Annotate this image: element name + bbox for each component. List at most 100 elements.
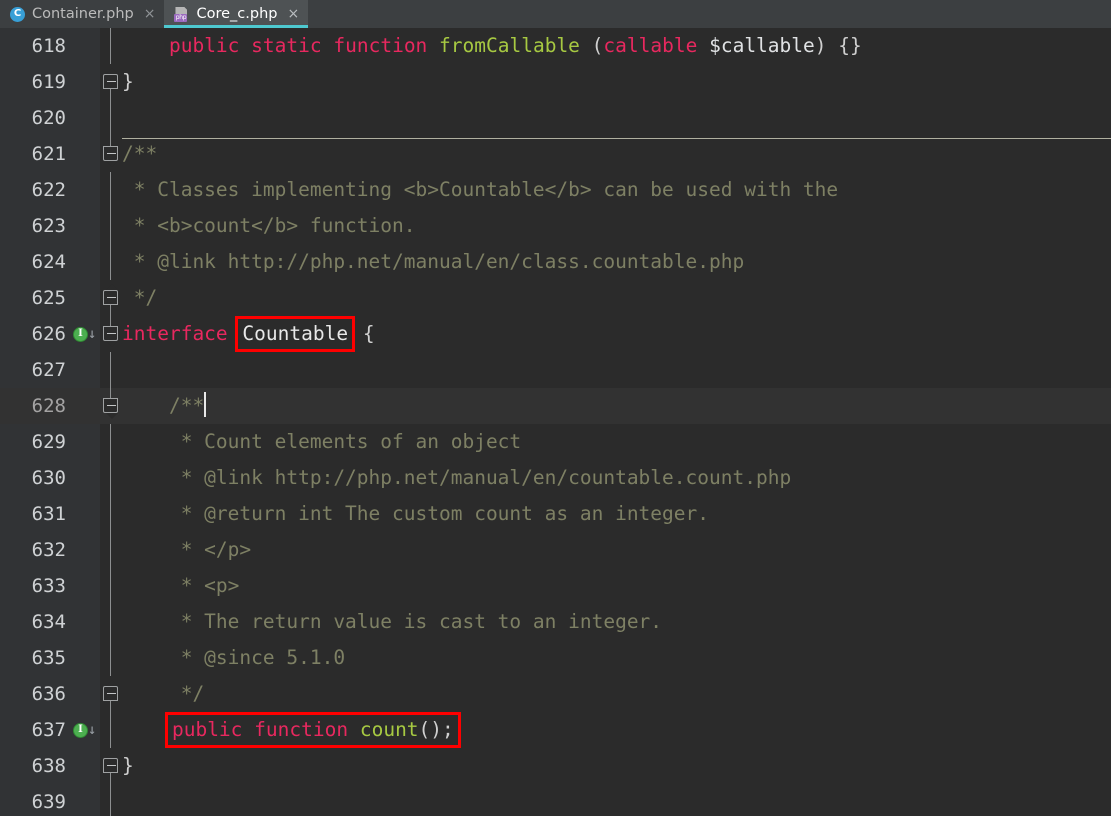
code-text[interactable]: */ bbox=[122, 676, 1111, 712]
fold-collapse-icon[interactable] bbox=[103, 751, 119, 773]
code-line[interactable]: 627 bbox=[0, 352, 1111, 388]
editor-tab-core_c-php[interactable]: php Core_c.php × bbox=[164, 0, 309, 28]
close-icon[interactable]: × bbox=[144, 6, 156, 22]
line-number: 623 bbox=[31, 215, 66, 237]
line-number: 625 bbox=[31, 287, 66, 309]
code-text[interactable]: * </p> bbox=[122, 532, 1111, 568]
code-line[interactable]: 626 I ↓ interface Countable { bbox=[0, 316, 1111, 352]
code-text[interactable]: /** bbox=[122, 388, 1111, 424]
code-token: ( bbox=[579, 34, 604, 57]
code-fold-column[interactable] bbox=[100, 460, 122, 496]
code-token: function bbox=[254, 718, 349, 741]
code-fold-column[interactable] bbox=[100, 712, 122, 748]
code-line[interactable]: 635 * @since 5.1.0 bbox=[0, 640, 1111, 676]
code-text[interactable]: * Count elements of an object bbox=[122, 424, 1111, 460]
code-fold-column[interactable] bbox=[100, 244, 122, 280]
code-text[interactable]: * @since 5.1.0 bbox=[122, 640, 1111, 676]
code-token: count bbox=[359, 718, 419, 741]
code-fold-column[interactable] bbox=[100, 280, 122, 316]
code-fold-column[interactable] bbox=[100, 604, 122, 640]
code-fold-column[interactable] bbox=[100, 352, 122, 388]
code-line[interactable]: 619} bbox=[0, 64, 1111, 100]
fold-guide-line bbox=[110, 568, 111, 604]
implementation-marker-icon[interactable]: I bbox=[73, 722, 88, 738]
code-line[interactable]: 636 */ bbox=[0, 676, 1111, 712]
line-number: 633 bbox=[31, 575, 66, 597]
minus-icon bbox=[107, 333, 116, 334]
fold-collapse-icon[interactable] bbox=[103, 679, 119, 701]
fold-collapse-icon[interactable] bbox=[103, 283, 119, 305]
code-token: static bbox=[251, 34, 322, 57]
close-icon[interactable]: × bbox=[287, 6, 299, 22]
code-line[interactable]: 623 * <b>count</b> function. bbox=[0, 208, 1111, 244]
code-fold-column[interactable] bbox=[100, 640, 122, 676]
code-line[interactable]: 631 * @return int The custom count as an… bbox=[0, 496, 1111, 532]
code-line[interactable]: 633 * <p> bbox=[0, 568, 1111, 604]
fold-collapse-icon[interactable] bbox=[103, 326, 119, 348]
fold-guide-line bbox=[110, 460, 111, 496]
code-text[interactable]: } bbox=[122, 748, 1111, 784]
code-text[interactable]: public static function fromCallable (cal… bbox=[122, 28, 1111, 64]
code-fold-column[interactable] bbox=[100, 316, 122, 352]
code-text[interactable]: * The return value is cast to an integer… bbox=[122, 604, 1111, 640]
line-number: 620 bbox=[31, 107, 66, 129]
implemented-down-arrow-icon[interactable]: ↓ bbox=[88, 327, 96, 341]
code-fold-column[interactable] bbox=[100, 208, 122, 244]
code-line[interactable]: 629 * Count elements of an object bbox=[0, 424, 1111, 460]
code-text[interactable]: */ bbox=[122, 280, 1111, 316]
code-line[interactable]: 637 I ↓ public function count(); bbox=[0, 712, 1111, 748]
code-text[interactable]: interface Countable { bbox=[122, 316, 1111, 352]
code-text[interactable]: /** bbox=[122, 136, 1111, 172]
code-text[interactable]: * @return int The custom count as an int… bbox=[122, 496, 1111, 532]
code-token: fromCallable bbox=[439, 34, 580, 57]
fold-collapse-icon[interactable] bbox=[103, 146, 119, 168]
code-text[interactable]: * <p> bbox=[122, 568, 1111, 604]
code-fold-column[interactable] bbox=[100, 136, 122, 172]
code-fold-column[interactable] bbox=[100, 568, 122, 604]
code-fold-column[interactable] bbox=[100, 496, 122, 532]
code-line[interactable]: 639 bbox=[0, 784, 1111, 816]
editor-tab-container-php[interactable]: C Container.php × bbox=[0, 0, 164, 28]
code-fold-column[interactable] bbox=[100, 388, 122, 424]
line-number: 624 bbox=[31, 251, 66, 273]
code-fold-column[interactable] bbox=[100, 64, 122, 100]
fold-guide-line bbox=[110, 496, 111, 532]
code-fold-column[interactable] bbox=[100, 676, 122, 712]
code-fold-column[interactable] bbox=[100, 532, 122, 568]
code-text[interactable]: * @link http://php.net/manual/en/class.c… bbox=[122, 244, 1111, 280]
code-line[interactable]: 628 /** bbox=[0, 388, 1111, 424]
fold-collapse-icon[interactable] bbox=[103, 398, 119, 420]
code-fold-column[interactable] bbox=[100, 28, 122, 64]
code-line[interactable]: 632 * </p> bbox=[0, 532, 1111, 568]
code-fold-column[interactable] bbox=[100, 784, 122, 816]
code-line[interactable]: 624 * @link http://php.net/manual/en/cla… bbox=[0, 244, 1111, 280]
code-line[interactable]: 630 * @link http://php.net/manual/en/cou… bbox=[0, 460, 1111, 496]
code-editor[interactable]: 618 public static function fromCallable … bbox=[0, 28, 1111, 816]
code-line[interactable]: 618 public static function fromCallable … bbox=[0, 28, 1111, 64]
code-token: ) {} bbox=[814, 34, 862, 57]
code-fold-column[interactable] bbox=[100, 424, 122, 460]
code-fold-column[interactable] bbox=[100, 748, 122, 784]
code-text[interactable]: public function count(); bbox=[122, 712, 1111, 748]
code-line[interactable]: 620 bbox=[0, 100, 1111, 136]
code-text[interactable]: * @link http://php.net/manual/en/countab… bbox=[122, 460, 1111, 496]
code-line[interactable]: 638} bbox=[0, 748, 1111, 784]
code-text[interactable]: * <b>count</b> function. bbox=[122, 208, 1111, 244]
code-fold-column[interactable] bbox=[100, 172, 122, 208]
code-text[interactable]: * Classes implementing <b>Countable</b> … bbox=[122, 172, 1111, 208]
code-line[interactable]: 622 * Classes implementing <b>Countable<… bbox=[0, 172, 1111, 208]
code-text[interactable]: } bbox=[122, 64, 1111, 100]
fold-collapse-icon[interactable] bbox=[103, 67, 119, 89]
implementation-marker-icon[interactable]: I bbox=[73, 326, 88, 342]
code-token: * Classes implementing <b>Countable</b> … bbox=[122, 178, 839, 201]
code-token: */ bbox=[122, 286, 158, 309]
code-fold-column[interactable] bbox=[100, 100, 122, 136]
code-line[interactable]: 621 /** bbox=[0, 136, 1111, 172]
fold-guide-line bbox=[110, 208, 111, 244]
code-line[interactable]: 634 * The return value is cast to an int… bbox=[0, 604, 1111, 640]
code-token: $callable bbox=[709, 34, 815, 57]
implemented-down-arrow-icon[interactable]: ↓ bbox=[88, 723, 96, 737]
code-line[interactable]: 625 */ bbox=[0, 280, 1111, 316]
